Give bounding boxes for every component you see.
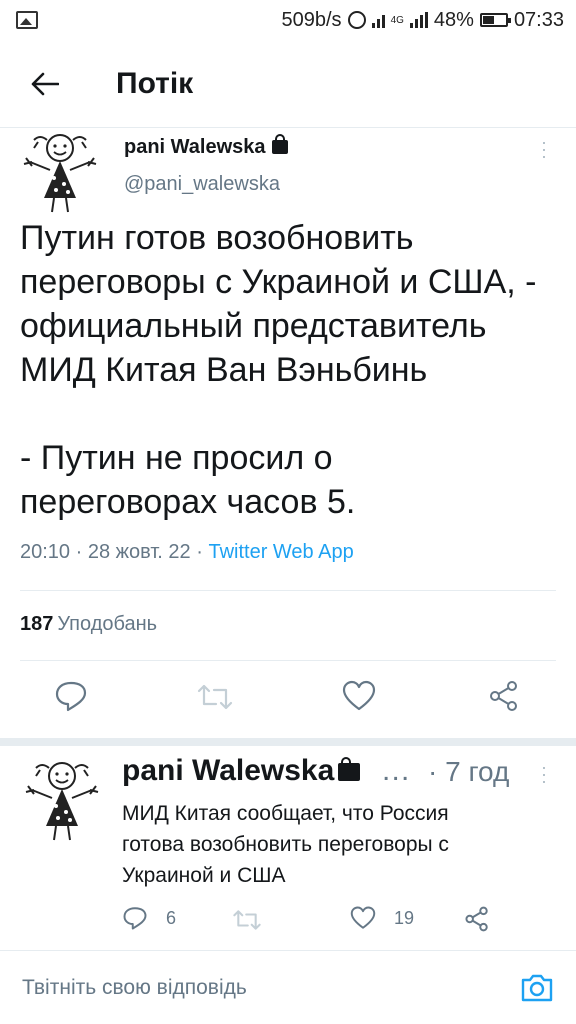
app-header: Потік xyxy=(0,40,576,128)
lock-icon xyxy=(271,134,288,154)
share-icon xyxy=(490,681,517,711)
tweet-time: 20:10 xyxy=(20,541,71,563)
like-button[interactable] xyxy=(342,680,376,712)
reply-like-button[interactable]: 19 xyxy=(350,906,414,930)
reply-author[interactable]: pani Walewska … xyxy=(122,754,411,788)
avatar[interactable] xyxy=(16,126,104,216)
tweet-actions xyxy=(0,676,576,716)
battery-percent: 48% xyxy=(433,8,474,31)
tweet-date: 28 жовт. 22 xyxy=(87,541,191,563)
thread-separator xyxy=(0,738,576,746)
heart-icon xyxy=(342,680,376,711)
retweet-icon xyxy=(233,910,261,930)
share-icon xyxy=(465,906,488,932)
battery-icon xyxy=(479,13,511,27)
camera-icon[interactable] xyxy=(520,973,554,1003)
share-button[interactable] xyxy=(488,680,520,712)
reply-reply-button[interactable]: 6 xyxy=(122,906,176,930)
more-options-icon[interactable]: · · · xyxy=(534,133,554,165)
author-name: pani Walewska xyxy=(124,136,266,158)
clock-time: 07:33 xyxy=(513,8,564,31)
reply-author-name: pani Walewska xyxy=(122,754,335,787)
reply-button[interactable] xyxy=(54,680,88,712)
signal-icon xyxy=(371,12,385,28)
reply-actions: 6 19 xyxy=(0,904,576,944)
reply-more-options-icon[interactable]: · · · xyxy=(534,758,554,790)
net-speed: 509b/s xyxy=(281,8,342,31)
reply-composer[interactable]: Твітніть свою відповідь xyxy=(0,950,576,1024)
tweet-line: официальный представитель xyxy=(20,307,487,345)
reply-avatar[interactable] xyxy=(18,754,106,844)
reply-age: · 7 год xyxy=(428,756,510,787)
retweet-button xyxy=(196,682,234,712)
page-title: Потік xyxy=(116,66,194,100)
network-type: 4G xyxy=(390,14,404,26)
likes-label: Уподобань xyxy=(57,613,158,635)
alarm-icon xyxy=(347,11,366,29)
reply-input-placeholder[interactable]: Твітніть свою відповідь xyxy=(22,976,247,1000)
reply-count: 6 xyxy=(166,907,177,928)
name-ellipsis: … xyxy=(380,754,411,787)
tweet-author[interactable]: pani Walewska xyxy=(124,134,288,159)
like-count: 19 xyxy=(394,907,415,928)
status-bar: 509b/s 4G 48% 07:33 xyxy=(0,0,576,40)
retweet-icon xyxy=(197,684,233,710)
signal-icon-2 xyxy=(409,12,428,28)
author-handle: @pani_walewska xyxy=(124,173,280,195)
tweet-line: переговоры с Украиной и США, - xyxy=(20,263,537,301)
tweet-line: переговорах часов 5. xyxy=(20,483,356,521)
back-button[interactable] xyxy=(0,40,90,128)
tweet-text: Путин готов возобновить переговоры с Укр… xyxy=(20,216,560,524)
reply-line: Украиной и США xyxy=(122,864,286,887)
meta-separator: · xyxy=(196,541,203,563)
reply-line: МИД Китая сообщает, что Россия xyxy=(122,802,449,825)
divider xyxy=(20,660,556,661)
tweet-line: Путин готов возобновить xyxy=(20,219,414,257)
image-notification-icon xyxy=(16,11,38,29)
reply-icon xyxy=(123,907,147,930)
tweet-meta: 20:10 · 28 жовт. 22 · Twitter Web App xyxy=(20,541,354,564)
reply-share-button[interactable] xyxy=(464,906,490,932)
tweet-source-link[interactable]: Twitter Web App xyxy=(208,541,353,563)
reply-line: готова возобновить переговоры с xyxy=(122,833,449,856)
likes-summary[interactable]: 187 Уподобань xyxy=(20,613,157,636)
divider xyxy=(20,590,556,591)
reply-retweet-button xyxy=(232,908,262,932)
likes-count: 187 xyxy=(20,613,54,635)
reply-icon xyxy=(55,681,87,712)
tweet-line: МИД Китая Ван Вэньбинь xyxy=(20,351,428,389)
tweet-line: - Путин не просил о xyxy=(20,439,333,477)
arrow-left-icon xyxy=(31,72,59,95)
heart-icon xyxy=(350,906,376,929)
lock-icon xyxy=(338,757,361,781)
meta-separator: · xyxy=(75,541,83,563)
reply-text: МИД Китая сообщает, что Россия готова во… xyxy=(122,798,449,891)
